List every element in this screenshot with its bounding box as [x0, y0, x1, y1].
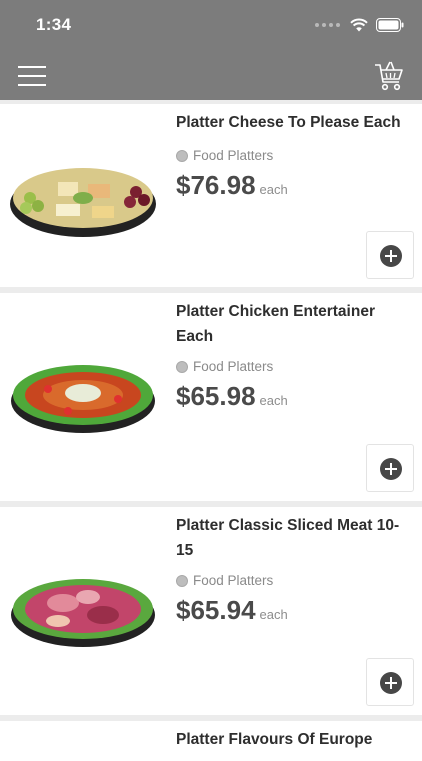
- product-price: $76.98 each: [176, 170, 288, 201]
- add-to-cart-button[interactable]: [366, 658, 414, 706]
- category-label: Food Platters: [193, 359, 274, 374]
- price-value: $65.94: [176, 595, 256, 625]
- price-unit: each: [259, 182, 288, 197]
- chicken-platter-image: [11, 365, 155, 433]
- product-category: Food Platters: [176, 573, 273, 588]
- product-card[interactable]: Platter Cheese To Please Each Food Platt…: [0, 104, 422, 287]
- status-time: 1:34: [36, 15, 72, 34]
- product-card[interactable]: Platter Classic Sliced Meat 10-15 Food P…: [0, 507, 422, 715]
- product-category: Food Platters: [176, 148, 273, 163]
- product-title[interactable]: Platter Flavours Of Europe: [176, 727, 406, 752]
- status-indicators: [315, 18, 404, 32]
- plus-circle-icon: [380, 245, 402, 267]
- category-label: Food Platters: [193, 573, 274, 588]
- sliced-meat-platter-image: [11, 579, 155, 647]
- navigation-bar: [0, 52, 422, 100]
- category-dot-icon: [176, 360, 188, 373]
- status-bar: 1:34: [0, 0, 422, 52]
- battery-icon: [376, 18, 404, 32]
- product-title[interactable]: Platter Classic Sliced Meat 10-15: [176, 513, 406, 563]
- category-label: Food Platters: [193, 148, 274, 163]
- price-unit: each: [259, 393, 288, 408]
- product-category: Food Platters: [176, 359, 273, 374]
- hamburger-menu-icon[interactable]: [18, 66, 46, 86]
- price-value: $65.98: [176, 381, 256, 411]
- product-price: $65.94 each: [176, 595, 288, 626]
- cellular-signal-icon: [315, 23, 340, 27]
- product-price: $65.98 each: [176, 381, 288, 412]
- product-title[interactable]: Platter Cheese To Please Each: [176, 110, 406, 135]
- plus-circle-icon: [380, 458, 402, 480]
- cheese-platter-image: [10, 168, 156, 237]
- plus-circle-icon: [380, 672, 402, 694]
- product-title[interactable]: Platter Chicken Entertainer Each: [176, 299, 406, 349]
- shopping-cart-icon[interactable]: [374, 60, 404, 92]
- add-to-cart-button[interactable]: [366, 444, 414, 492]
- price-unit: each: [259, 607, 288, 622]
- price-value: $76.98: [176, 170, 256, 200]
- category-dot-icon: [176, 149, 188, 162]
- category-dot-icon: [176, 574, 188, 587]
- product-card[interactable]: Platter Flavours Of Europe: [0, 721, 422, 761]
- add-to-cart-button[interactable]: [366, 231, 414, 279]
- product-card[interactable]: Platter Chicken Entertainer Each Food Pl…: [0, 293, 422, 501]
- wifi-icon: [350, 18, 368, 32]
